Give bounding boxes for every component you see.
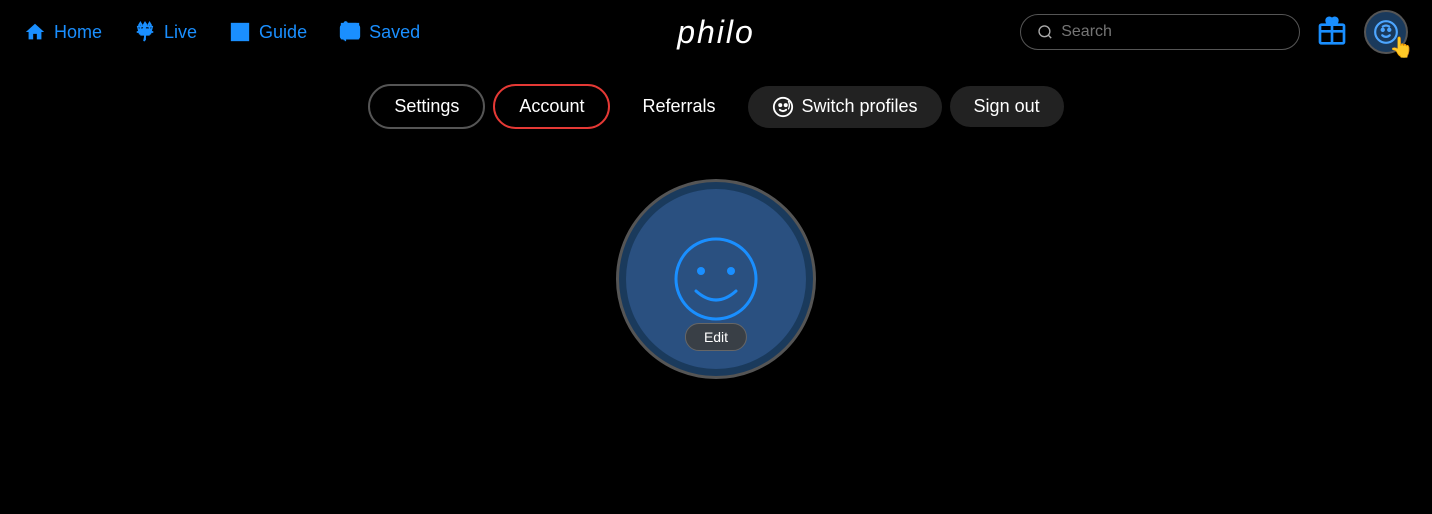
menu-bar: Settings Account Referrals Switch profil… [0,64,1432,159]
nav-home-label: Home [54,22,102,43]
edit-label: Edit [704,329,728,345]
nav-home[interactable]: Home [24,21,102,43]
settings-label: Settings [394,96,459,117]
cursor-hand: 👆 [1389,35,1414,60]
account-label: Account [519,96,584,117]
nav-center: philo [677,14,755,51]
account-btn[interactable]: Account [493,84,610,129]
saved-icon [339,21,361,43]
nav-saved-label: Saved [369,22,420,43]
nav-live[interactable]: Live [134,21,197,43]
referrals-btn[interactable]: Referrals [618,86,739,127]
switch-profiles-icon [772,96,794,118]
home-icon [24,21,46,43]
philo-logo: philo [677,14,755,50]
search-icon [1037,23,1053,41]
nav-guide-label: Guide [259,22,307,43]
search-input[interactable] [1061,23,1283,41]
nav-guide[interactable]: Guide [229,21,307,43]
guide-icon [229,21,251,43]
nav-left: Home Live Guide [24,21,420,43]
profile-circle-inner: Edit [626,189,806,369]
nav-saved[interactable]: Saved [339,21,420,43]
live-icon [134,21,156,43]
sign-out-btn[interactable]: Sign out [950,86,1064,127]
profile-circle-outer: Edit [616,179,816,379]
profile-smiley-large [666,229,766,329]
nav-live-label: Live [164,22,197,43]
switch-profiles-btn[interactable]: Switch profiles [748,86,942,128]
switch-profiles-label: Switch profiles [802,96,918,117]
settings-btn[interactable]: Settings [368,84,485,129]
profile-area: Edit [0,179,1432,379]
sign-out-label: Sign out [974,96,1040,117]
profile-icon-btn[interactable]: 👆 [1364,10,1408,54]
gift-btn[interactable] [1316,14,1348,51]
search-box[interactable] [1020,14,1300,50]
gift-icon [1316,14,1348,46]
nav-right: 👆 [1020,10,1408,54]
top-nav: Home Live Guide [0,0,1432,64]
referrals-label: Referrals [642,96,715,117]
edit-btn[interactable]: Edit [685,323,747,351]
